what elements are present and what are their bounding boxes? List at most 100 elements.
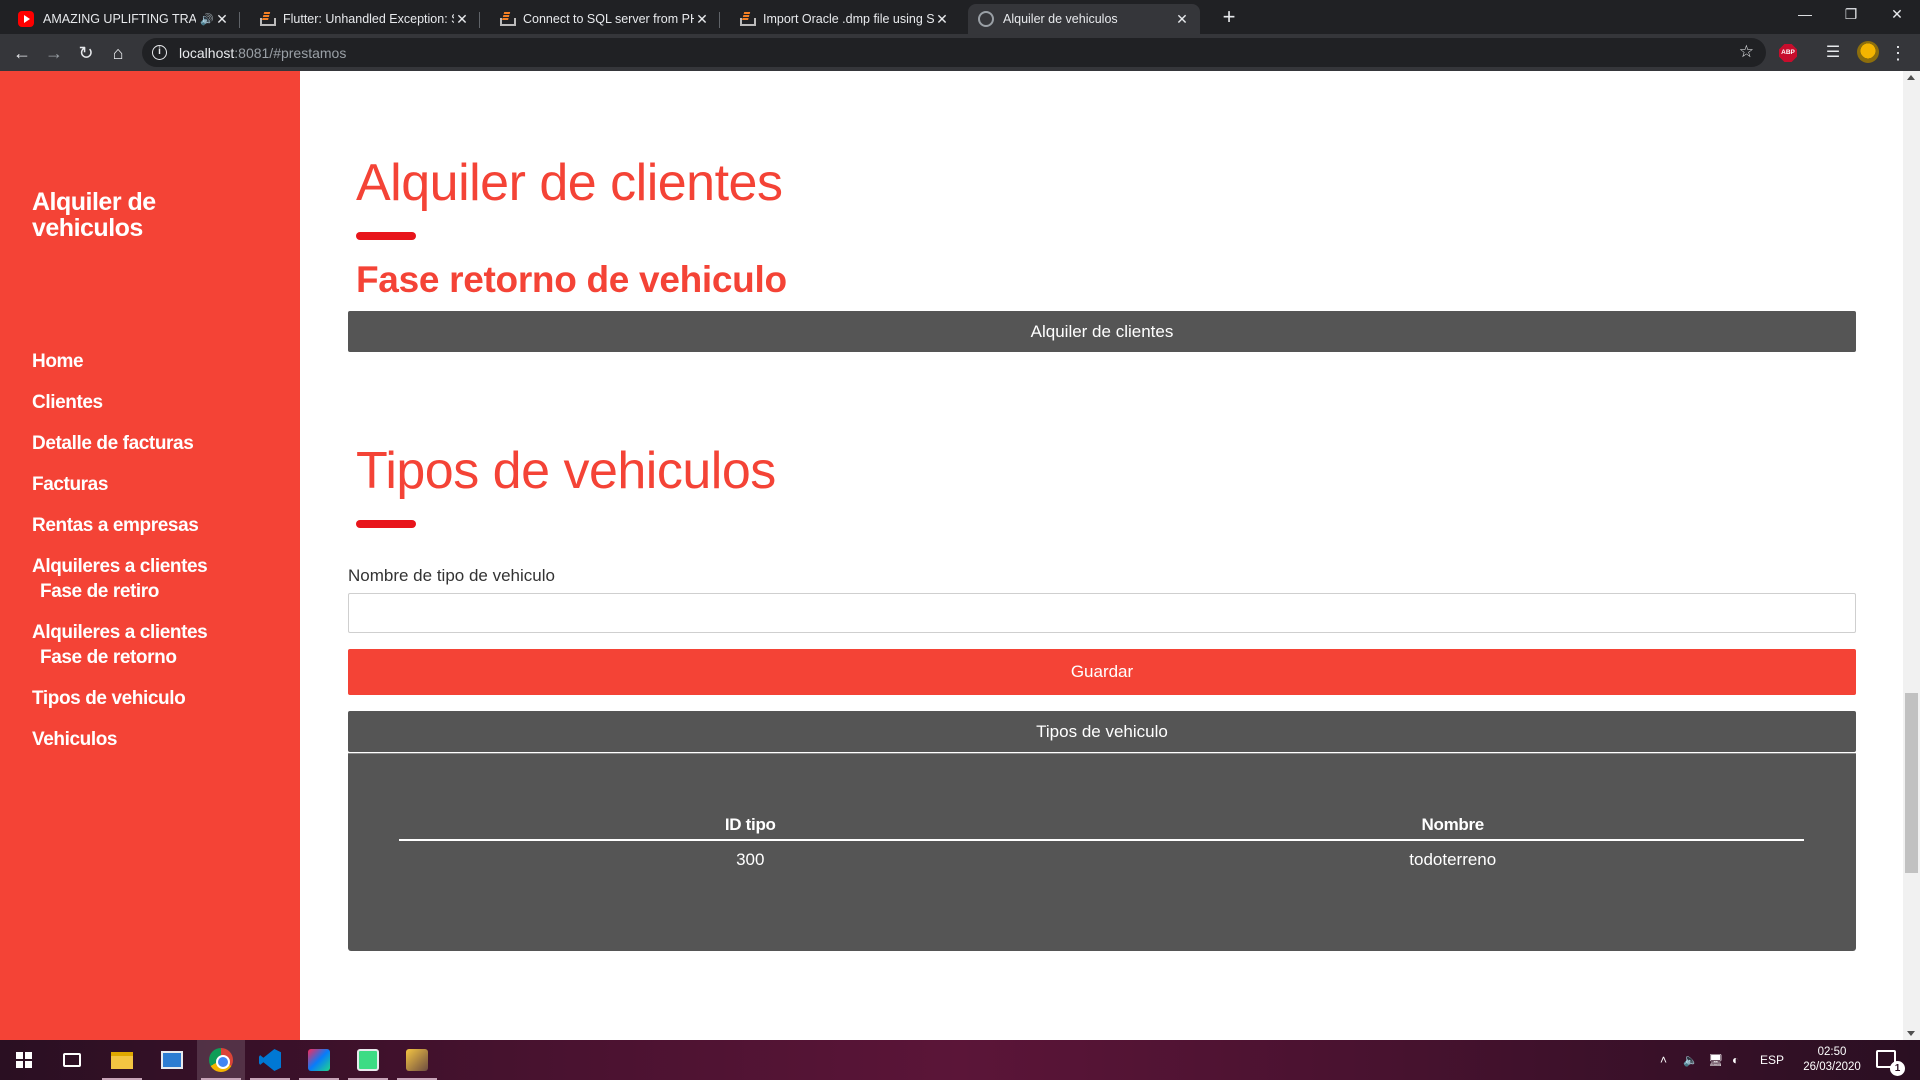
browser-tab[interactable]: Flutter: Unhandled Exception: Se ✕ <box>248 4 480 34</box>
sidebar-item-sublabel: Fase de retiro <box>40 581 160 602</box>
windows-taskbar: ˄ 🔈 🖥 ◐ ESP 02:50 26/03/2020 1 <box>0 1040 1920 1080</box>
restore-button[interactable]: ❐ <box>1828 0 1874 30</box>
tab-separator <box>719 12 720 28</box>
app-icon <box>357 1049 379 1071</box>
browser-toolbar: ← → ↻ ⌂ i localhost:8081/#prestamos ☆ AB… <box>0 34 1920 71</box>
back-icon[interactable]: ← <box>8 39 36 67</box>
sidebar-item-label: Tipos de vehiculo <box>32 688 186 709</box>
browser-tab[interactable]: AMAZING UPLIFTING TRANCE 🔊 ✕ <box>8 4 240 34</box>
tab-title: Connect to SQL server from PHP <box>523 12 694 26</box>
weather-icon[interactable]: ◐ <box>1732 1040 1739 1080</box>
volume-icon[interactable]: 🔈 <box>1683 1040 1698 1080</box>
taskbar-app-2[interactable] <box>393 1040 441 1080</box>
store-icon <box>161 1051 183 1069</box>
taskbar-store[interactable] <box>148 1040 196 1080</box>
browser-tab[interactable]: Import Oracle .dmp file using SQ ✕ <box>728 4 960 34</box>
scroll-up-icon[interactable] <box>1907 75 1915 80</box>
sidebar-item-clientes[interactable]: Clientes <box>32 390 282 415</box>
section-title-alquiler-clientes: Alquiler de clientes <box>356 154 783 212</box>
task-view-button[interactable] <box>48 1040 96 1080</box>
nombre-tipo-label: Nombre de tipo de vehiculo <box>348 566 555 585</box>
nombre-tipo-input[interactable] <box>348 593 1856 633</box>
tab-separator <box>239 12 240 28</box>
folder-icon <box>111 1051 133 1069</box>
taskbar-chrome[interactable] <box>197 1040 245 1080</box>
title-underline <box>356 520 416 528</box>
sidebar-item-alquileres-retorno[interactable]: Alquileres a clientes Fase de retorno <box>32 620 282 670</box>
stackoverflow-icon <box>738 11 756 27</box>
network-icon[interactable]: 🖥 <box>1708 1040 1723 1080</box>
speaker-icon[interactable]: 🔊 <box>200 13 214 26</box>
brand-title[interactable]: Alquiler de vehiculos <box>32 189 172 241</box>
close-tab-icon[interactable]: ✕ <box>1174 11 1190 28</box>
scroll-down-icon[interactable] <box>1907 1031 1915 1036</box>
taskbar-app[interactable] <box>344 1040 392 1080</box>
clock-date: 26/03/2020 <box>1803 1061 1861 1073</box>
tipos-vehiculo-table: ID tipo Nombre 300 todoterreno <box>399 810 1804 878</box>
table-header-row: ID tipo Nombre <box>399 810 1804 841</box>
tab-title: Alquiler de vehiculos <box>1003 12 1118 26</box>
web-page: Alquiler de vehiculos Home Clientes Deta… <box>0 71 1920 1040</box>
cell-id-tipo: 300 <box>736 849 765 869</box>
guardar-button[interactable]: Guardar <box>348 649 1856 695</box>
tab-title: Flutter: Unhandled Exception: Se <box>283 12 454 26</box>
windows-icon <box>16 1052 32 1068</box>
sidebar-item-tipos-vehiculo[interactable]: Tipos de vehiculo <box>32 686 282 711</box>
sidebar-item-rentas-empresas[interactable]: Rentas a empresas <box>32 513 282 538</box>
sidebar-item-label: Home <box>32 351 84 372</box>
media-control-icon[interactable]: ☰ <box>1819 39 1847 67</box>
start-button[interactable] <box>0 1040 48 1080</box>
url-host: localhost <box>179 44 235 61</box>
scrollbar-thumb[interactable] <box>1905 693 1918 873</box>
app-icon <box>406 1049 428 1071</box>
tipos-vehiculo-panel-header[interactable]: Tipos de vehiculo <box>348 711 1856 752</box>
bookmark-star-icon[interactable]: ☆ <box>1739 42 1754 62</box>
sidebar-item-label: Alquileres a clientes <box>32 622 208 643</box>
address-bar[interactable]: i localhost:8081/#prestamos ☆ <box>142 38 1766 67</box>
minimize-button[interactable]: — <box>1782 0 1828 30</box>
notification-badge: 1 <box>1890 1061 1905 1076</box>
alquiler-clientes-panel-header[interactable]: Alquiler de clientes <box>348 311 1856 352</box>
sidebar-item-vehiculos[interactable]: Vehiculos <box>32 727 282 752</box>
forward-icon[interactable]: → <box>40 39 68 67</box>
browser-tab-strip: AMAZING UPLIFTING TRANCE 🔊 ✕ Flutter: Un… <box>0 0 1920 34</box>
taskbar-vscode[interactable] <box>246 1040 294 1080</box>
sidebar-nav: Home Clientes Detalle de facturas Factur… <box>32 349 282 768</box>
sidebar-item-home[interactable]: Home <box>32 349 282 374</box>
stackoverflow-icon <box>498 11 516 27</box>
vscode-icon <box>259 1049 281 1071</box>
profile-avatar[interactable] <box>1857 41 1879 63</box>
reload-icon[interactable]: ↻ <box>72 39 100 67</box>
clock-time: 02:50 <box>1817 1046 1847 1058</box>
tray-chevron-icon[interactable]: ˄ <box>1660 1040 1667 1080</box>
close-tab-icon[interactable]: ✕ <box>454 11 470 28</box>
browser-tab[interactable]: Connect to SQL server from PHP ✕ <box>488 4 720 34</box>
taskbar-file-explorer[interactable] <box>98 1040 146 1080</box>
menu-dots-icon[interactable]: ⋮ <box>1884 39 1912 67</box>
new-tab-button[interactable]: + <box>1216 5 1242 31</box>
close-tab-icon[interactable]: ✕ <box>214 11 230 28</box>
language-indicator[interactable]: ESP <box>1760 1040 1784 1080</box>
taskbar-intellij[interactable] <box>295 1040 343 1080</box>
section-title-tipos-vehiculos: Tipos de vehiculos <box>356 442 776 500</box>
url-text[interactable]: localhost:8081/#prestamos <box>179 45 346 61</box>
youtube-icon <box>18 11 34 27</box>
sidebar-item-detalle-facturas[interactable]: Detalle de facturas <box>32 431 282 456</box>
info-icon[interactable]: i <box>152 45 167 60</box>
browser-tab-active[interactable]: Alquiler de vehiculos ✕ <box>968 4 1200 34</box>
stackoverflow-icon <box>258 11 276 27</box>
home-icon[interactable]: ⌂ <box>104 39 132 67</box>
adblock-plus-icon[interactable]: ABP <box>1779 44 1797 62</box>
column-header-id-tipo[interactable]: ID tipo <box>399 810 1102 841</box>
column-header-nombre[interactable]: Nombre <box>1101 810 1804 841</box>
close-tab-icon[interactable]: ✕ <box>934 11 950 28</box>
task-view-icon <box>63 1053 81 1067</box>
close-window-button[interactable]: ✕ <box>1874 0 1920 30</box>
sidebar-item-facturas[interactable]: Facturas <box>32 472 282 497</box>
sidebar-item-label: Rentas a empresas <box>32 515 199 536</box>
sidebar-item-alquileres-retiro[interactable]: Alquileres a clientes Fase de retiro <box>32 554 282 604</box>
page-scrollbar[interactable] <box>1903 71 1920 1040</box>
table-row[interactable]: 300 todoterreno <box>399 840 1804 878</box>
close-tab-icon[interactable]: ✕ <box>694 11 710 28</box>
taskbar-clock[interactable]: 02:50 26/03/2020 <box>1792 1045 1872 1075</box>
